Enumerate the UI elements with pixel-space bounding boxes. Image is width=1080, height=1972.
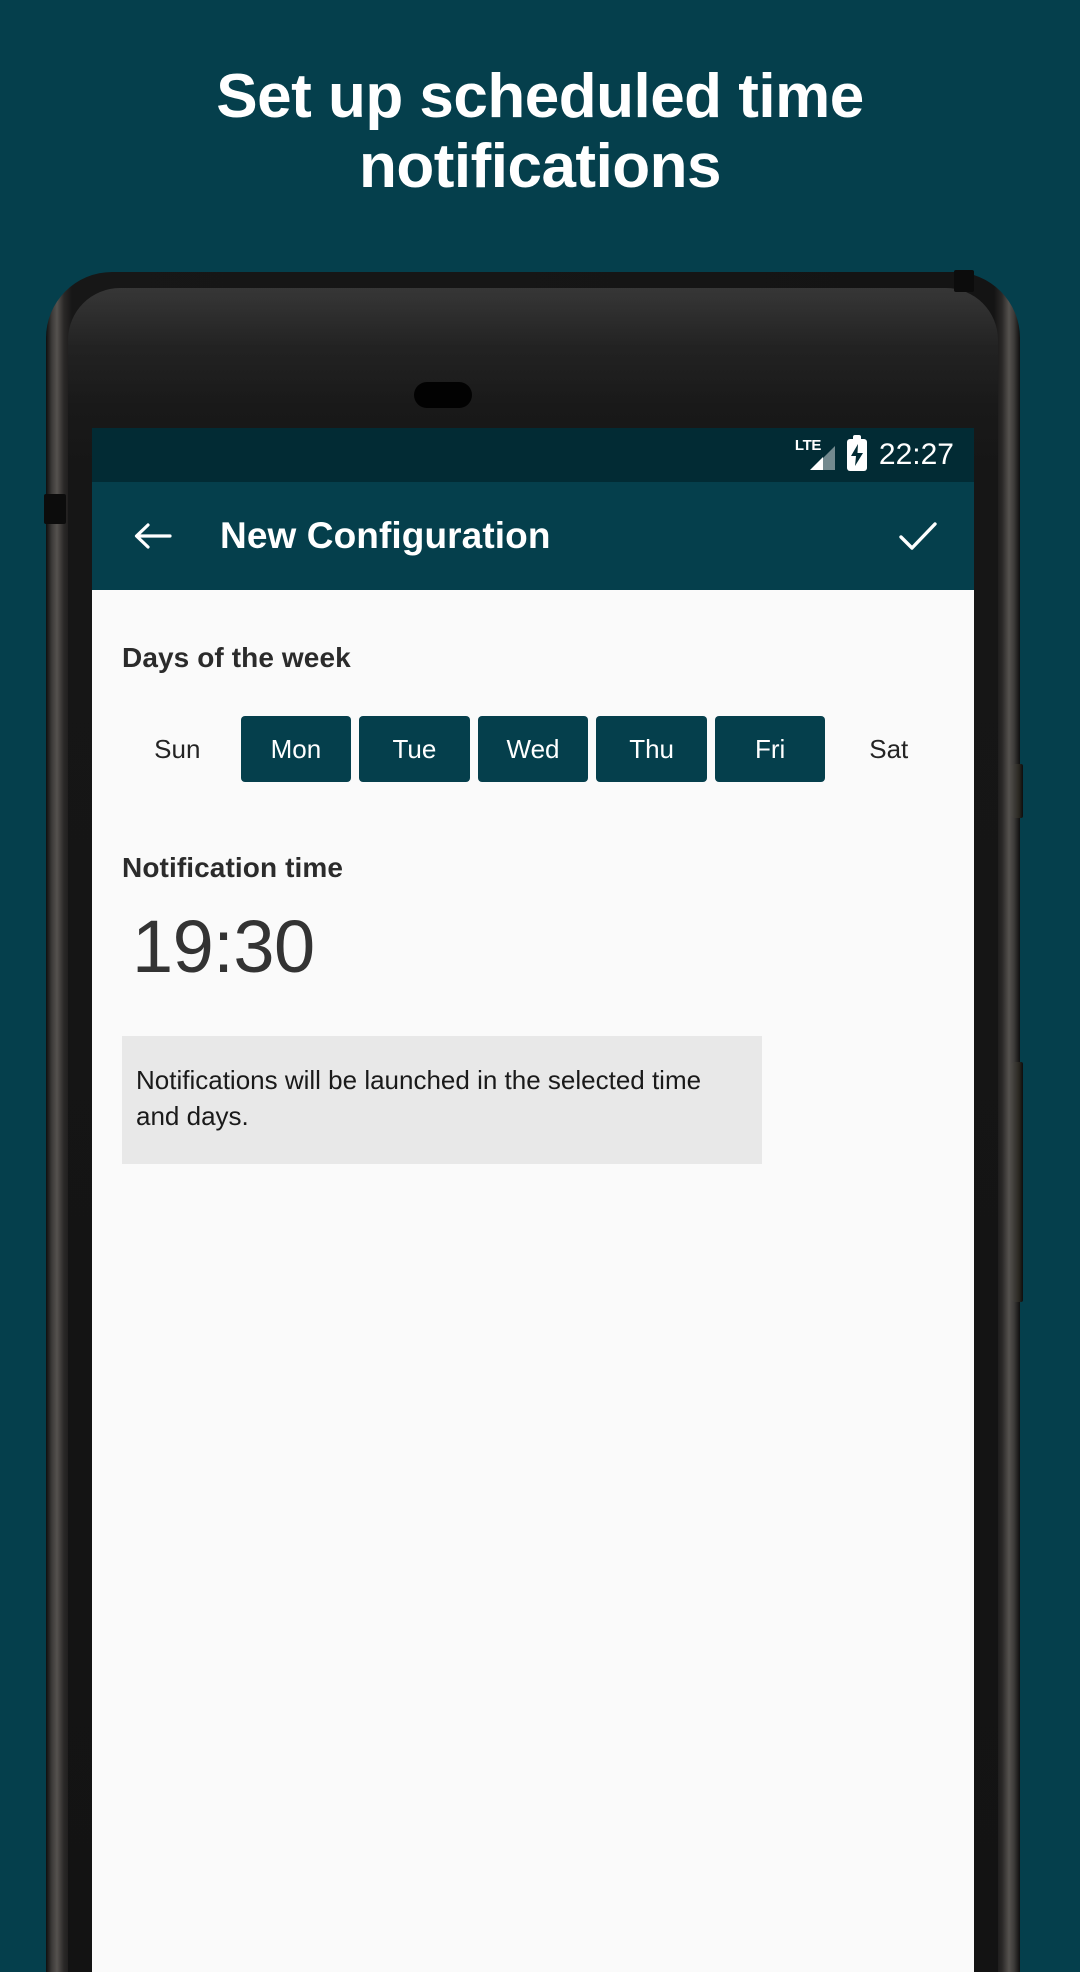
- day-chip-label: Tue: [392, 733, 437, 764]
- days-of-week-label: Days of the week: [122, 642, 351, 673]
- day-chip-mon[interactable]: Mon: [240, 716, 352, 782]
- day-chip-label: Mon: [270, 733, 322, 764]
- status-bar-icons: LTE 22:27: [795, 435, 954, 472]
- antenna-notch-left-icon: [44, 494, 66, 524]
- day-chip-label: Thu: [629, 733, 674, 764]
- days-of-week-selector: Sun Mon Tue Wed Thu Fri Sat: [122, 716, 944, 782]
- day-chip-wed[interactable]: Wed: [477, 716, 589, 782]
- day-chip-thu[interactable]: Thu: [596, 716, 707, 782]
- day-chip-label: Sun: [154, 733, 201, 764]
- day-chip-label: Sat: [869, 733, 909, 764]
- volume-rocker-button[interactable]: [1011, 1062, 1023, 1302]
- day-chip-label: Wed: [506, 733, 560, 764]
- power-button[interactable]: [1011, 764, 1023, 818]
- proximity-sensor-icon: [414, 382, 472, 408]
- signal-triangle-fill: [809, 457, 823, 470]
- app-bar: New Configuration: [92, 482, 974, 590]
- checkmark-icon[interactable]: [892, 510, 944, 562]
- back-arrow-icon[interactable]: [126, 510, 178, 562]
- info-banner: Notifications will be launched in the se…: [122, 1036, 762, 1164]
- day-chip-sat[interactable]: Sat: [833, 716, 944, 782]
- charging-bolt-icon: [847, 439, 867, 471]
- notification-time-label: Notification time: [122, 852, 344, 883]
- day-chip-tue[interactable]: Tue: [359, 716, 470, 782]
- page-title: Set up scheduled time notifications: [216, 62, 864, 201]
- notification-time-value[interactable]: 19:30: [132, 906, 944, 988]
- app-bar-title: New Configuration: [220, 515, 551, 556]
- day-chip-label: Fri: [755, 733, 786, 764]
- day-chip-fri[interactable]: Fri: [714, 716, 826, 782]
- battery-charging-icon: [846, 435, 867, 471]
- day-chip-sun[interactable]: Sun: [122, 716, 233, 782]
- configuration-form: Days of the week Sun Mon Tue Wed Thu Fri…: [92, 590, 974, 1972]
- status-bar-clock: 22:27: [878, 438, 954, 471]
- signal-bars-icon: LTE: [795, 438, 835, 472]
- phone-device-mockup: LTE 22:27 New Configuration Days of the …: [44, 270, 1023, 1972]
- antenna-notch-top-icon: [954, 270, 974, 292]
- info-banner-text: Notifications will be launched in the se…: [136, 1065, 702, 1131]
- status-bar: LTE 22:27: [92, 428, 974, 482]
- phone-screen: LTE 22:27 New Configuration Days of the …: [92, 428, 974, 1972]
